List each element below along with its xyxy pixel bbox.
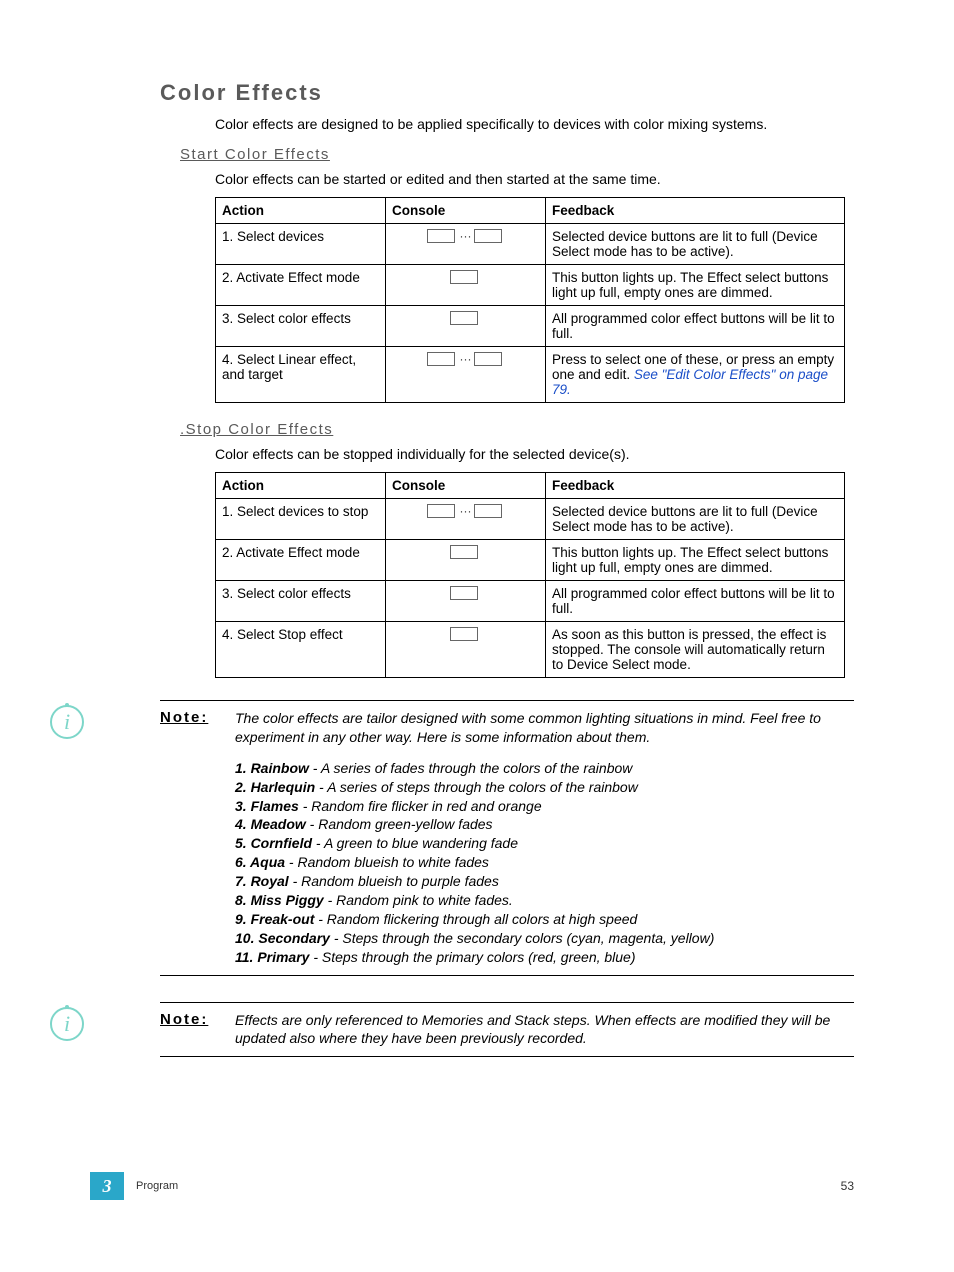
th-action: Action [216, 198, 386, 224]
table-row: 3. Select color effects All programmed co… [216, 581, 845, 622]
note-list-item: 8. Miss Piggy - Random pink to white fad… [235, 891, 854, 910]
table-row: 4. Select Linear effect, and target ··· Pr… [216, 347, 845, 403]
table-row: 1. Select devices to stop ··· Selected dev… [216, 499, 845, 540]
cell-action: 4. Select Stop effect [216, 622, 386, 678]
section-name: Program [136, 1180, 841, 1192]
info-icon: i [50, 1007, 84, 1041]
console-button-icon [450, 586, 478, 600]
note-body: Effects are only referenced to Memories … [235, 1011, 854, 1049]
cell-console [386, 306, 546, 347]
th-console: Console [386, 473, 546, 499]
cell-feedback: Press to select one of these, or press a… [546, 347, 845, 403]
console-button-icon [450, 545, 478, 559]
cell-console [386, 265, 546, 306]
cell-action: 1. Select devices to stop [216, 499, 386, 540]
cell-console [386, 540, 546, 581]
th-feedback: Feedback [546, 198, 845, 224]
table-row: 1. Select devices ··· Selected device butt… [216, 224, 845, 265]
note-label: Note: [160, 1011, 235, 1049]
console-button-icon [450, 270, 478, 284]
cell-action: 3. Select color effects [216, 581, 386, 622]
cell-feedback: All programmed color effect buttons will… [546, 581, 845, 622]
stop-color-effects-table: Action Console Feedback 1. Select device… [215, 472, 845, 678]
console-button-icon [450, 627, 478, 641]
console-button-icon [474, 504, 502, 518]
th-action: Action [216, 473, 386, 499]
table-row: 4. Select Stop effect As soon as this but… [216, 622, 845, 678]
chapter-number: 3 [90, 1172, 124, 1200]
note-list-item: 2. Harlequin - A series of steps through… [235, 778, 854, 797]
cell-feedback: As soon as this button is pressed, the e… [546, 622, 845, 678]
note-list-item: 6. Aqua - Random blueish to white fades [235, 853, 854, 872]
cell-console [386, 581, 546, 622]
console-button-icon [474, 352, 502, 366]
page-number: 53 [841, 1179, 854, 1193]
cell-action: 4. Select Linear effect, and target [216, 347, 386, 403]
cell-console: ··· [386, 347, 546, 403]
cell-console: ··· [386, 499, 546, 540]
cell-feedback: All programmed color effect buttons will… [546, 306, 845, 347]
start-color-effects-table: Action Console Feedback 1. Select device… [215, 197, 845, 403]
table-row: 2. Activate Effect mode This button light… [216, 265, 845, 306]
note-list-item: 4. Meadow - Random green-yellow fades [235, 815, 854, 834]
cell-action: 3. Select color effects [216, 306, 386, 347]
note-list-item: 10. Secondary - Steps through the second… [235, 929, 854, 948]
console-button-icon [474, 229, 502, 243]
note-list-item: 3. Flames - Random fire flicker in red a… [235, 797, 854, 816]
note-label: Note: [160, 709, 235, 747]
table-row: 3. Select color effects All programmed co… [216, 306, 845, 347]
ellipsis-icon: ··· [460, 504, 472, 518]
note-list-item: 1. Rainbow - A series of fades through t… [235, 759, 854, 778]
heading-color-effects: Color Effects [160, 80, 854, 106]
cell-action: 1. Select devices [216, 224, 386, 265]
heading-stop-color-effects: .Stop Color Effects [180, 421, 854, 438]
note-list-item: 9. Freak-out - Random flickering through… [235, 910, 854, 929]
cell-action: 2. Activate Effect mode [216, 265, 386, 306]
note-block-1: i Note: The color effects are tailor des… [160, 700, 854, 976]
console-button-icon [427, 229, 455, 243]
console-button-icon [450, 311, 478, 325]
intro-paragraph: Color effects are designed to be applied… [215, 116, 854, 132]
start-intro: Color effects can be started or edited a… [215, 171, 854, 187]
th-console: Console [386, 198, 546, 224]
note-body: The color effects are tailor designed wi… [235, 709, 854, 747]
note-list-item: 7. Royal - Random blueish to purple fade… [235, 872, 854, 891]
note-list-item: 11. Primary - Steps through the primary … [235, 948, 854, 967]
note-list-item: 5. Cornfield - A green to blue wandering… [235, 834, 854, 853]
cell-feedback: This button lights up. The Effect select… [546, 265, 845, 306]
ellipsis-icon: ··· [460, 352, 472, 366]
cell-feedback: This button lights up. The Effect select… [546, 540, 845, 581]
page-footer: 3 Program 53 [90, 1172, 854, 1200]
heading-start-color-effects: Start Color Effects [180, 146, 854, 163]
console-button-icon [427, 352, 455, 366]
see-link[interactable]: See "Edit Color Effects" on page 79. [552, 367, 828, 397]
note-list: 1. Rainbow - A series of fades through t… [235, 759, 854, 967]
cell-action: 2. Activate Effect mode [216, 540, 386, 581]
console-button-icon [427, 504, 455, 518]
ellipsis-icon: ··· [460, 229, 472, 243]
th-feedback: Feedback [546, 473, 845, 499]
note-block-2: i Note: Effects are only referenced to M… [160, 1002, 854, 1058]
stop-intro: Color effects can be stopped individuall… [215, 446, 854, 462]
table-row: 2. Activate Effect mode This button light… [216, 540, 845, 581]
cell-feedback: Selected device buttons are lit to full … [546, 224, 845, 265]
cell-feedback: Selected device buttons are lit to full … [546, 499, 845, 540]
cell-console [386, 622, 546, 678]
cell-console: ··· [386, 224, 546, 265]
info-icon: i [50, 705, 84, 739]
